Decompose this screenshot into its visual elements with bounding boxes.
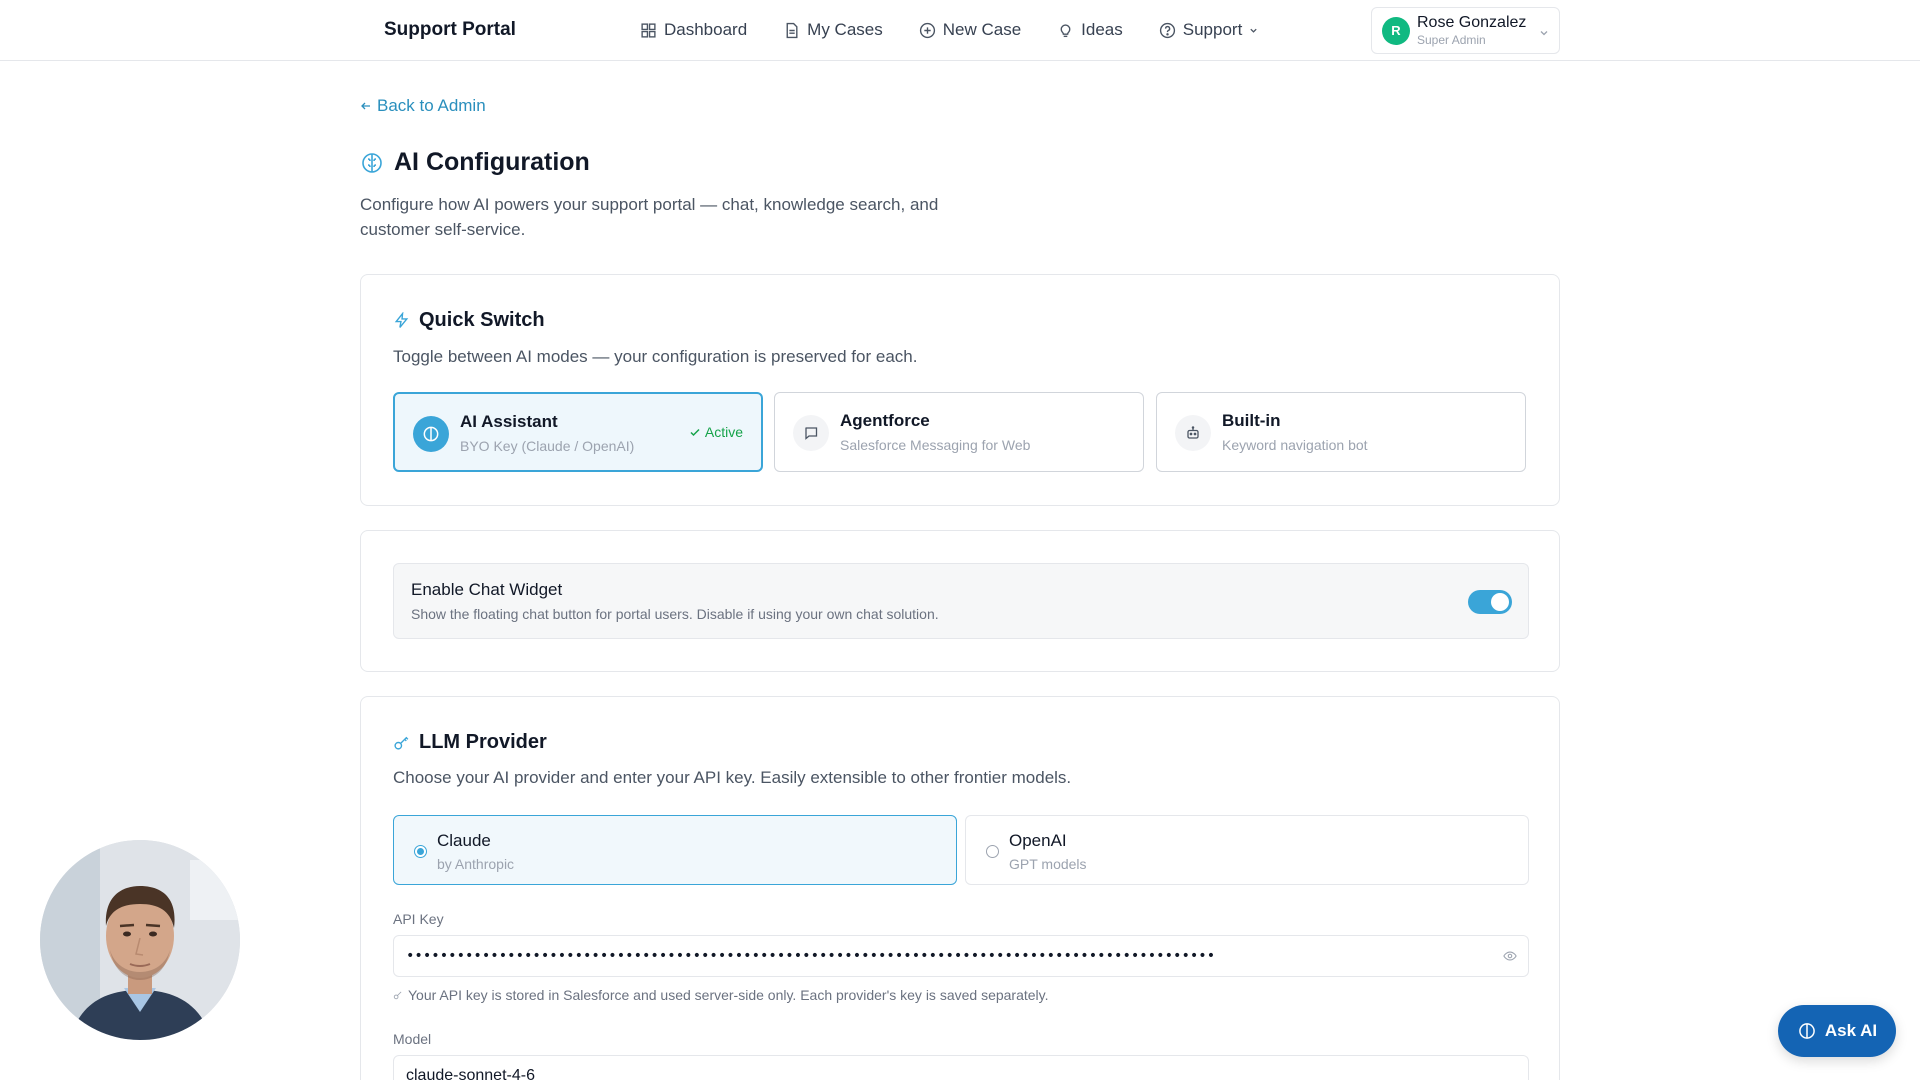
- nav-ideas-label: Ideas: [1081, 20, 1123, 39]
- chevron-down-icon: [1250, 28, 1257, 33]
- bot-icon: [1187, 426, 1199, 439]
- mode-ai-assistant[interactable]: AI Assistant BYO Key (Claude / OpenAI) A…: [393, 392, 763, 472]
- mode-title: Built-in: [1222, 411, 1281, 430]
- chat-widget-card: Enable Chat Widget Show the floating cha…: [360, 530, 1560, 672]
- brain-icon: [1799, 1023, 1815, 1039]
- key-icon: [393, 991, 402, 1000]
- lightning-icon: [394, 312, 409, 328]
- provider-openai[interactable]: OpenAI GPT models: [965, 815, 1529, 885]
- api-key-label: API Key: [393, 911, 444, 927]
- nav-support-label: Support: [1182, 20, 1243, 39]
- eye-icon[interactable]: [1503, 950, 1517, 962]
- mode-title: Agentforce: [840, 411, 930, 430]
- model-label: Model: [393, 1031, 432, 1047]
- chat-widget-title: Enable Chat Widget: [411, 580, 563, 599]
- provider-name: Claude: [437, 831, 491, 850]
- main-nav: Dashboard My Cases New Case Ideas Suppor…: [640, 0, 1258, 60]
- avatar: R: [1382, 16, 1410, 45]
- lightbulb-icon: [1060, 23, 1071, 37]
- nav-new-case-label: New Case: [942, 20, 1022, 39]
- nav-dashboard[interactable]: Dashboard: [640, 20, 747, 40]
- nav-my-cases[interactable]: My Cases: [783, 20, 883, 40]
- mode-subtitle: Keyword navigation bot: [1222, 437, 1368, 453]
- plus-circle-icon: [919, 22, 935, 38]
- api-key-hint: Your API key is stored in Salesforce and…: [393, 987, 1049, 1003]
- provider-radio[interactable]: [986, 845, 999, 858]
- top-navigation-bar: Support Portal Dashboard My Cases New Ca…: [0, 0, 1920, 61]
- user-info: Rose Gonzalez Super Admin: [1417, 14, 1527, 47]
- nav-ideas[interactable]: Ideas: [1057, 20, 1123, 40]
- llm-provider-title-row: LLM Provider: [393, 731, 547, 754]
- quick-switch-card: Quick Switch Toggle between AI modes — y…: [360, 274, 1560, 506]
- check-icon: [690, 428, 700, 437]
- key-icon: [394, 736, 409, 750]
- mode-title: AI Assistant: [460, 412, 558, 431]
- page-description: Configure how AI powers your support por…: [360, 195, 939, 239]
- arrow-left-icon: [361, 102, 370, 110]
- ask-ai-label: Ask AI: [1824, 1021, 1878, 1040]
- provider-subtitle: GPT models: [1009, 856, 1087, 872]
- nav-dashboard-label: Dashboard: [664, 20, 748, 39]
- quick-switch-title: Quick Switch: [419, 309, 545, 331]
- nav-my-cases-label: My Cases: [807, 20, 883, 39]
- provider-name: OpenAI: [1009, 831, 1067, 850]
- help-circle-icon: [1159, 22, 1175, 38]
- provider-radio[interactable]: [414, 845, 427, 858]
- chat-icon: [805, 427, 818, 440]
- user-name: Rose Gonzalez: [1417, 14, 1527, 31]
- provider-claude[interactable]: Claude by Anthropic: [393, 815, 957, 885]
- mode-built-in[interactable]: Built-in Keyword navigation bot: [1156, 392, 1526, 472]
- active-badge: Active: [689, 424, 743, 440]
- mode-subtitle: Salesforce Messaging for Web: [840, 437, 1031, 453]
- grid-icon: [641, 22, 656, 38]
- user-role: Super Admin: [1417, 33, 1486, 47]
- person-portrait: [40, 840, 240, 1040]
- quick-switch-title-row: Quick Switch: [393, 309, 545, 332]
- api-key-input[interactable]: [393, 935, 1529, 977]
- mode-subtitle: BYO Key (Claude / OpenAI): [460, 438, 635, 454]
- page-title-row: AI Configuration: [360, 148, 590, 177]
- chevron-down-icon: [1540, 31, 1548, 36]
- back-link-label: Back to Admin: [377, 96, 486, 115]
- mode-agentforce[interactable]: Agentforce Salesforce Messaging for Web: [774, 392, 1144, 472]
- provider-subtitle: by Anthropic: [437, 856, 515, 872]
- user-menu[interactable]: R Rose Gonzalez Super Admin: [1371, 7, 1560, 54]
- quick-switch-description: Toggle between AI modes — your configura…: [393, 347, 918, 366]
- active-badge-label: Active: [704, 424, 743, 440]
- document-icon: [786, 22, 798, 38]
- radio-dot: [417, 848, 424, 855]
- llm-provider-card: LLM Provider Choose your AI provider and…: [360, 696, 1560, 1080]
- page-title: AI Configuration: [394, 148, 590, 176]
- model-input[interactable]: [393, 1055, 1529, 1080]
- brain-icon: [362, 152, 382, 173]
- nav-support[interactable]: Support: [1159, 20, 1259, 40]
- back-to-admin-link[interactable]: Back to Admin: [360, 96, 486, 116]
- api-key-hint-text: Your API key is stored in Salesforce and…: [408, 987, 1049, 1003]
- chat-widget-toggle[interactable]: [1468, 590, 1512, 614]
- ask-ai-button[interactable]: Ask AI: [1778, 1005, 1896, 1057]
- mode-icon-wrap: [1175, 415, 1211, 451]
- brand-title[interactable]: Support Portal: [384, 19, 516, 41]
- mode-icon-wrap: [413, 416, 449, 452]
- video-avatar: [40, 840, 240, 1040]
- toggle-knob: [1491, 593, 1509, 611]
- llm-provider-title: LLM Provider: [419, 731, 547, 753]
- nav-new-case[interactable]: New Case: [919, 20, 1021, 40]
- mode-icon-wrap: [793, 415, 829, 451]
- enable-chat-widget-row: Enable Chat Widget Show the floating cha…: [393, 563, 1529, 639]
- llm-provider-description: Choose your AI provider and enter your A…: [393, 768, 1072, 787]
- chat-widget-description: Show the floating chat button for portal…: [411, 606, 939, 622]
- brain-icon: [423, 426, 439, 442]
